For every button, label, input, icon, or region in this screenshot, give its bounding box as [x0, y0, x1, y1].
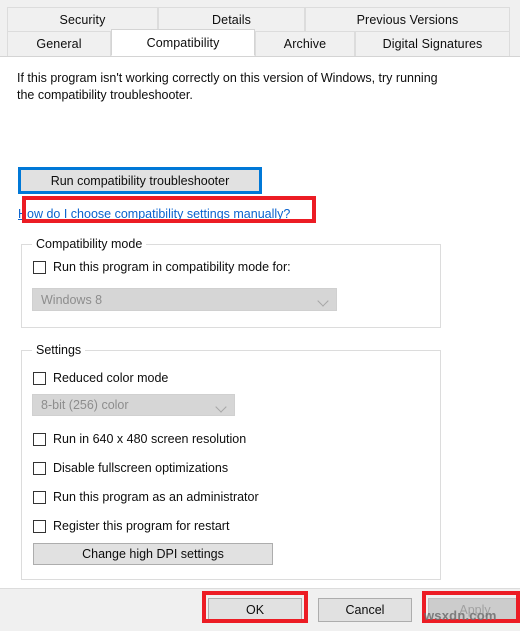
tab-label: Security: [59, 13, 106, 27]
compatibility-mode-group: Compatibility mode: [21, 237, 441, 328]
checkbox-box[interactable]: [33, 260, 46, 274]
group-legend: Settings: [32, 343, 86, 357]
checkbox-label: Register this program for restart: [53, 519, 230, 533]
checkbox-disable-fullscreen-optimizations[interactable]: Disable fullscreen optimizations: [33, 459, 228, 477]
tab-label: Compatibility: [146, 35, 220, 50]
checkbox-label: Disable fullscreen optimizations: [53, 461, 229, 475]
tab-label: Digital Signatures: [382, 37, 483, 51]
button-label: Cancel: [345, 603, 385, 617]
tab-label: Previous Versions: [356, 13, 459, 27]
tab-strip: Security Details Previous Versions Gener…: [0, 0, 520, 58]
checkbox-box[interactable]: [33, 371, 46, 385]
checkbox-box[interactable]: [33, 490, 46, 504]
cancel-button[interactable]: Cancel: [318, 598, 412, 622]
checkbox-box[interactable]: [33, 461, 46, 475]
color-depth-dropdown[interactable]: 8-bit (256) color: [32, 394, 235, 416]
checkbox-label: Run this program as an administrator: [53, 490, 259, 504]
checkbox-reduced-color-mode[interactable]: Reduced color mode: [33, 369, 168, 387]
tab-page-compatibility: If this program isn't working correctly …: [0, 56, 520, 623]
button-label: Run compatibility troubleshooter: [50, 173, 230, 188]
group-legend: Compatibility mode: [32, 237, 147, 251]
tab-label: Archive: [283, 37, 327, 51]
checkbox-run-640x480[interactable]: Run in 640 x 480 screen resolution: [33, 430, 246, 448]
chevron-down-icon: [314, 289, 336, 310]
tab-general[interactable]: General: [7, 31, 111, 56]
button-label: Change high DPI settings: [82, 547, 224, 561]
change-high-dpi-settings-button[interactable]: Change high DPI settings: [33, 543, 273, 565]
run-compatibility-troubleshooter-button[interactable]: Run compatibility troubleshooter: [18, 167, 262, 194]
ok-button[interactable]: OK: [208, 598, 302, 622]
checkbox-register-for-restart[interactable]: Register this program for restart: [33, 517, 229, 535]
chevron-down-icon: [212, 395, 234, 415]
compatibility-properties-dialog: Security Details Previous Versions Gener…: [0, 0, 520, 631]
tab-row-1: Security Details Previous Versions: [0, 7, 520, 32]
tab-digital-signatures[interactable]: Digital Signatures: [355, 31, 510, 56]
checkbox-run-in-compatibility-mode[interactable]: Run this program in compatibility mode f…: [33, 258, 291, 276]
checkbox-label: Run this program in compatibility mode f…: [53, 260, 291, 274]
checkbox-box[interactable]: [33, 519, 46, 533]
tab-previous-versions[interactable]: Previous Versions: [305, 7, 510, 32]
checkbox-run-as-administrator[interactable]: Run this program as an administrator: [33, 488, 259, 506]
compatibility-os-dropdown[interactable]: Windows 8: [32, 288, 337, 311]
dropdown-value: 8-bit (256) color: [41, 398, 129, 412]
dropdown-value: Windows 8: [41, 292, 103, 307]
choose-settings-manually-link[interactable]: How do I choose compatibility settings m…: [18, 207, 290, 221]
tab-compatibility[interactable]: Compatibility: [111, 29, 255, 56]
checkbox-box[interactable]: [33, 432, 46, 446]
tab-label: General: [36, 37, 82, 51]
tab-row-2: General Compatibility Archive Digital Si…: [0, 29, 520, 56]
checkbox-label: Run in 640 x 480 screen resolution: [53, 432, 247, 446]
tab-archive[interactable]: Archive: [255, 31, 355, 56]
intro-text: If this program isn't working correctly …: [17, 71, 438, 102]
button-label: OK: [245, 603, 265, 617]
checkbox-label: Reduced color mode: [53, 371, 169, 385]
watermark: wsxdn.com: [424, 608, 497, 623]
tab-label: Details: [212, 13, 251, 27]
